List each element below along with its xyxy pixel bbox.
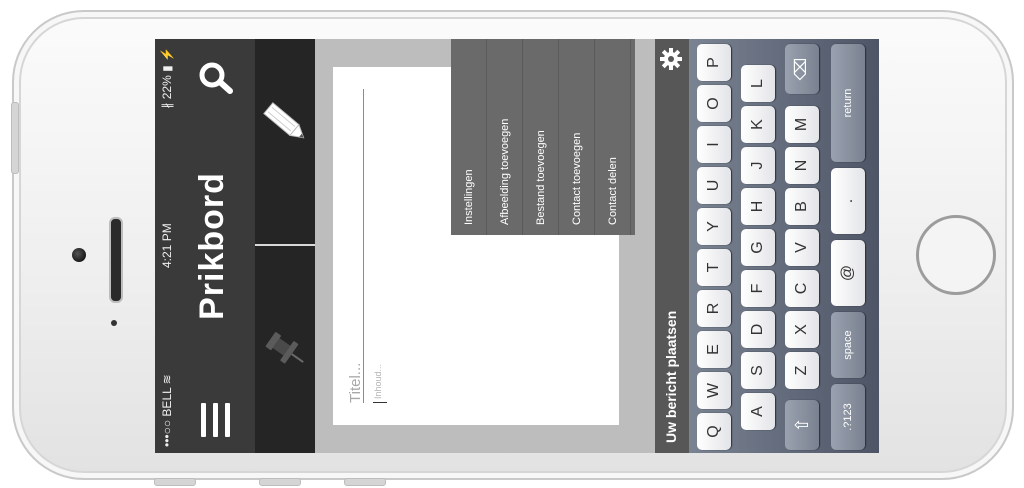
key-h[interactable]: H — [741, 188, 775, 225]
phone-screen: •••○○ BELL ≋ 4:21 PM ∦ 22% ▮ ⚡ Prikbord — [155, 39, 879, 453]
shift-key[interactable]: ⇧ — [785, 400, 819, 450]
key-b[interactable]: B — [785, 188, 819, 225]
at-key[interactable]: @ — [831, 240, 865, 306]
key-q[interactable]: Q — [697, 413, 731, 450]
key-s[interactable]: S — [741, 352, 775, 389]
space-key[interactable]: space — [831, 312, 865, 378]
numbers-key[interactable]: .?123 — [831, 384, 865, 450]
sleep-button — [344, 478, 386, 486]
title-underline — [363, 89, 364, 403]
post-message-button[interactable]: Uw bericht plaatsen — [663, 311, 679, 443]
post-bar: Uw bericht plaatsen — [655, 39, 689, 453]
key-k[interactable]: K — [741, 106, 775, 143]
menu-item-add-contact[interactable]: Contact toevoegen — [559, 39, 595, 235]
content-area: Titel... Inhoud... Instellingen Afbeeldi… — [315, 39, 665, 453]
menu-item-add-image[interactable]: Afbeelding toevoegen — [487, 39, 523, 235]
backspace-key[interactable]: ⌫ — [785, 44, 819, 94]
menu-item-add-file[interactable]: Bestand toevoegen — [523, 39, 559, 235]
gear-icon[interactable] — [659, 47, 683, 71]
key-e[interactable]: E — [697, 331, 731, 368]
home-button[interactable] — [916, 215, 996, 295]
key-a[interactable]: A — [741, 393, 775, 430]
mute-switch — [11, 102, 19, 174]
page-title: Prikbord — [193, 172, 231, 320]
note-title-input[interactable]: Titel... — [347, 363, 364, 403]
key-f[interactable]: F — [741, 270, 775, 307]
volume-down-button — [259, 478, 301, 486]
app-view: •••○○ BELL ≋ 4:21 PM ∦ 22% ▮ ⚡ Prikbord — [155, 39, 879, 453]
pencil-icon[interactable] — [261, 98, 311, 148]
options-dropdown: Instellingen Afbeelding toevoegen Bestan… — [451, 39, 635, 235]
earpiece-speaker — [109, 217, 123, 303]
proximity-sensor — [111, 320, 117, 326]
key-x[interactable]: X — [785, 311, 819, 348]
key-z[interactable]: Z — [785, 352, 819, 389]
toolbar-divider — [255, 244, 315, 246]
key-v[interactable]: V — [785, 229, 819, 266]
note-body-input[interactable]: Inhoud... — [373, 364, 383, 399]
key-c[interactable]: C — [785, 270, 819, 307]
nav-bar: Prikbord — [179, 39, 255, 453]
menu-item-settings[interactable]: Instellingen — [451, 39, 487, 235]
volume-up-button — [154, 478, 196, 486]
key-j[interactable]: J — [741, 147, 775, 184]
text-cursor — [373, 402, 387, 403]
return-key[interactable]: return — [831, 44, 865, 162]
key-w[interactable]: W — [697, 372, 731, 409]
pushpin-icon[interactable] — [263, 327, 309, 373]
front-camera — [72, 248, 86, 262]
key-m[interactable]: M — [785, 106, 819, 143]
search-icon[interactable] — [197, 57, 235, 95]
status-battery: ∦ 22% ▮ ⚡ — [160, 47, 174, 109]
toolbar — [255, 39, 315, 453]
key-u[interactable]: U — [697, 167, 731, 204]
dot-key[interactable]: . — [831, 168, 865, 234]
key-i[interactable]: I — [697, 126, 731, 163]
key-p[interactable]: P — [697, 44, 731, 81]
key-t[interactable]: T — [697, 249, 731, 286]
key-o[interactable]: O — [697, 85, 731, 122]
status-carrier: •••○○ BELL ≋ — [160, 374, 174, 447]
status-time: 4:21 PM — [160, 223, 174, 268]
onscreen-keyboard: Q W E R T Y U I O P A S D F G H J K L ⇧ … — [689, 39, 879, 453]
menu-item-share-contact[interactable]: Contact delen — [595, 39, 631, 235]
key-y[interactable]: Y — [697, 208, 731, 245]
key-d[interactable]: D — [741, 311, 775, 348]
key-l[interactable]: L — [741, 65, 775, 102]
key-n[interactable]: N — [785, 147, 819, 184]
key-g[interactable]: G — [741, 229, 775, 266]
key-r[interactable]: R — [697, 290, 731, 327]
status-bar: •••○○ BELL ≋ 4:21 PM ∦ 22% ▮ ⚡ — [155, 39, 179, 453]
